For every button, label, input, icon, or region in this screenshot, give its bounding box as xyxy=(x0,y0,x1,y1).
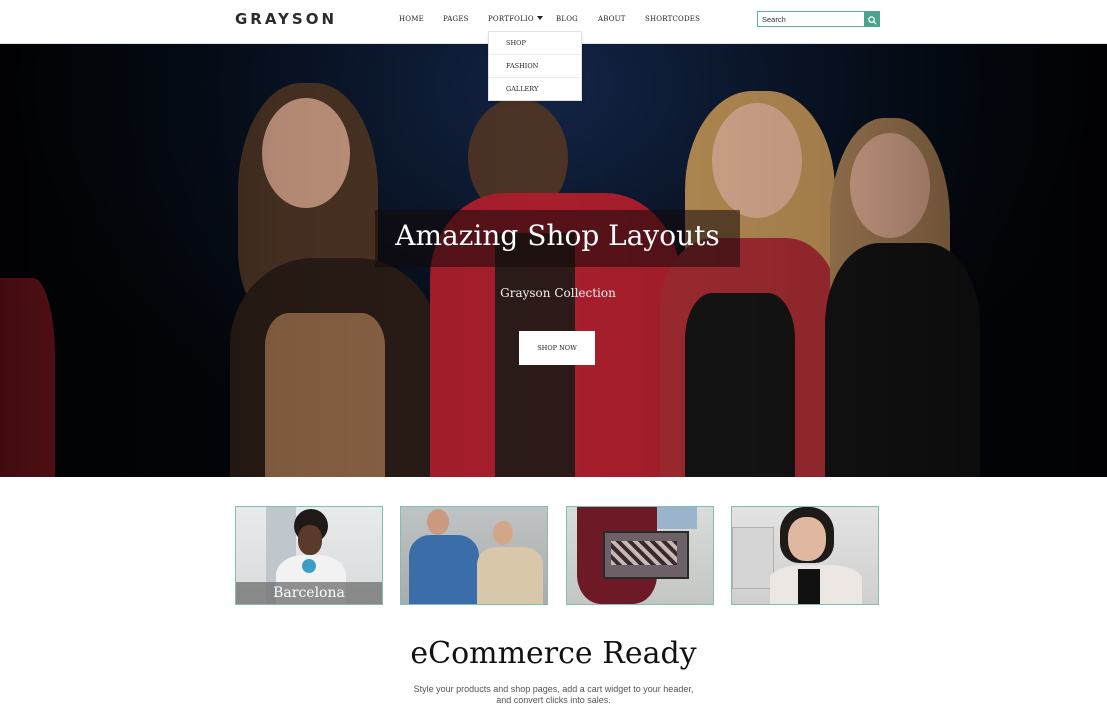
thumbnail-photo xyxy=(732,507,878,604)
section-description-line-2: and convert clicks into sales. xyxy=(496,695,611,705)
search-icon xyxy=(867,16,877,25)
nav-shortcodes[interactable]: SHORTCODES xyxy=(645,15,700,23)
site-logo[interactable]: GRAYSON xyxy=(235,10,337,28)
dropdown-item-gallery[interactable]: GALLERY xyxy=(489,78,581,100)
portfolio-dropdown-menu: SHOP FASHION GALLERY xyxy=(488,31,582,101)
category-thumbnail-4[interactable] xyxy=(731,506,879,605)
category-thumbnail-3[interactable] xyxy=(566,506,714,605)
dropdown-item-fashion[interactable]: FASHION xyxy=(489,55,581,78)
hero-banner: Amazing Shop Layouts Grayson Collection … xyxy=(0,43,1107,477)
caret-down-icon xyxy=(536,16,543,20)
nav-portfolio[interactable]: PORTFOLIO xyxy=(488,15,543,23)
section-title: eCommerce Ready xyxy=(410,636,697,671)
dropdown-item-shop[interactable]: SHOP xyxy=(489,32,581,55)
category-thumbnail-barcelona[interactable]: Barcelona xyxy=(235,506,383,605)
shop-now-button[interactable]: SHOP NOW xyxy=(519,331,595,365)
thumbnail-photo xyxy=(401,507,547,604)
nav-home[interactable]: HOME xyxy=(399,15,424,23)
search-button[interactable] xyxy=(864,11,880,27)
section-description: Style your products and shop pages, add … xyxy=(400,684,707,706)
hero-title: Amazing Shop Layouts xyxy=(395,219,720,252)
section-description-line-1: Style your products and shop pages, add … xyxy=(413,684,694,694)
nav-blog[interactable]: BLOG xyxy=(556,15,578,23)
nav-portfolio-label: PORTFOLIO xyxy=(488,15,534,23)
thumbnail-photo xyxy=(567,507,713,604)
thumbnail-caption: Barcelona xyxy=(236,582,382,604)
search-input[interactable] xyxy=(757,11,869,27)
hero-subtitle: Grayson Collection xyxy=(500,286,616,300)
nav-pages[interactable]: PAGES xyxy=(443,15,469,23)
category-thumbnail-2[interactable] xyxy=(400,506,548,605)
nav-about[interactable]: ABOUT xyxy=(598,15,626,23)
